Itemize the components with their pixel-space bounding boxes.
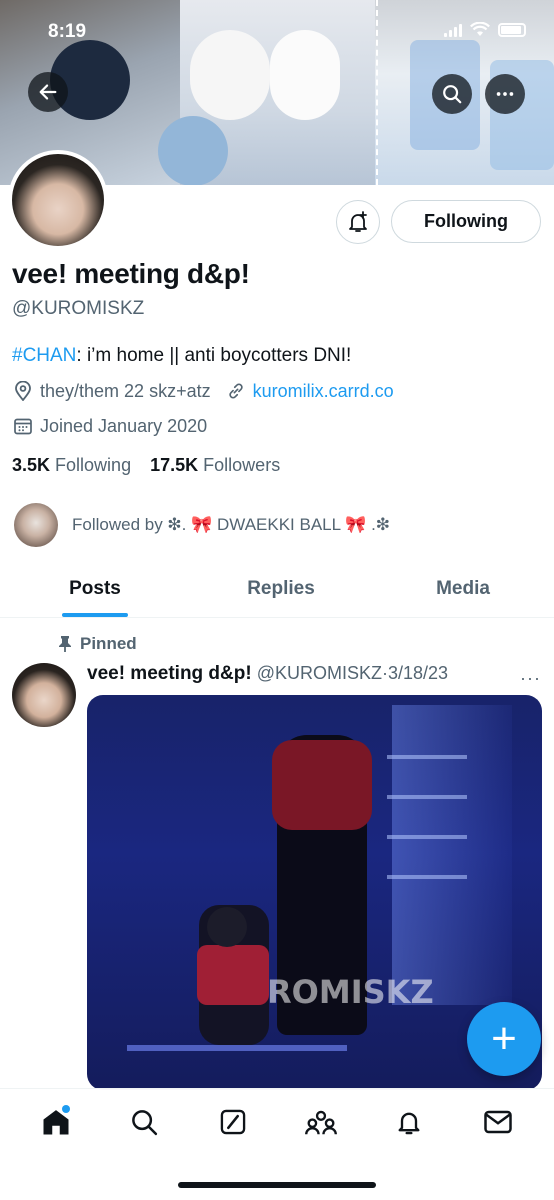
arrow-left-icon	[39, 84, 57, 100]
bio-text: : i’m home || anti boycotters DNI!	[76, 345, 352, 366]
stage-stripe	[387, 795, 467, 799]
pinned-label: Pinned	[58, 634, 137, 654]
profile-tabs: Posts Replies Media	[0, 560, 554, 618]
followers-stat[interactable]: 17.5K Followers	[150, 455, 280, 475]
status-bar: 8:19	[0, 0, 554, 60]
more-button[interactable]	[485, 74, 525, 114]
communities-icon	[305, 1110, 338, 1135]
nav-notifications[interactable]	[379, 1092, 439, 1152]
display-name: vee! meeting d&p!	[12, 258, 250, 289]
nav-grok[interactable]	[203, 1092, 263, 1152]
stage-light	[392, 705, 512, 1005]
stage-stripe	[387, 835, 467, 839]
search-button[interactable]	[432, 74, 472, 114]
performer-vest	[197, 945, 269, 1005]
tab-replies[interactable]: Replies	[190, 560, 372, 617]
follower-avatar	[14, 503, 58, 547]
tab-posts[interactable]: Posts	[0, 560, 190, 617]
performer-jacket	[272, 740, 372, 830]
following-count: 3.5K	[12, 455, 51, 475]
post-more-button[interactable]: ···	[520, 668, 541, 689]
follow-stats: 3.5K Following 17.5K Followers	[12, 455, 280, 476]
followers-count: 17.5K	[150, 455, 199, 475]
following-button[interactable]: Following	[391, 200, 541, 243]
post-date[interactable]: 3/18/23	[388, 663, 448, 683]
user-handle: @KUROMISKZ	[12, 298, 145, 319]
search-icon	[132, 1110, 158, 1136]
nav-communities[interactable]	[291, 1092, 351, 1152]
calendar-icon	[12, 415, 34, 437]
banner-button-image	[158, 116, 228, 185]
messages-icon	[484, 1110, 512, 1134]
stage-stripe	[387, 755, 467, 759]
tab-media[interactable]: Media	[372, 560, 554, 617]
compose-post-button[interactable]: +	[467, 1002, 541, 1076]
post-author-handle: @KUROMISKZ	[256, 663, 382, 683]
following-stat[interactable]: 3.5K Following	[12, 455, 131, 475]
post-author-avatar[interactable]	[12, 663, 76, 727]
pin-icon	[59, 636, 71, 652]
status-icons	[444, 22, 526, 37]
signal-icon	[444, 23, 462, 37]
followers-label: Followers	[203, 455, 281, 475]
performer-head	[207, 907, 247, 947]
post-header: vee! meeting d&p! @KUROMISKZ·3/18/23	[87, 663, 448, 685]
profile-bio: #CHAN: i’m home || anti boycotters DNI!	[12, 345, 351, 367]
home-indicator	[178, 1182, 376, 1188]
stage-edge	[127, 1045, 347, 1051]
status-time: 8:19	[48, 21, 87, 42]
profile-meta-row: they/them 22 skz+atz kuromilix.carrd.co	[12, 380, 394, 402]
media-watermark: ROMISKZ	[267, 973, 434, 1011]
following-label: Following	[55, 455, 132, 475]
nav-home[interactable]	[26, 1092, 86, 1152]
back-button[interactable]	[28, 72, 68, 112]
more-horizontal-icon	[496, 92, 514, 96]
followed-by-text: Followed by ❇︎. 🎀 DWAEKKI BALL 🎀 .❇︎	[72, 515, 391, 534]
notifications-icon	[398, 1112, 420, 1135]
profile-joined-row: Joined January 2020	[12, 415, 207, 437]
bell-plus-icon	[349, 211, 367, 232]
search-icon	[443, 85, 462, 104]
followed-by-row[interactable]: Followed by ❇︎. 🎀 DWAEKKI BALL 🎀 .❇︎	[14, 503, 390, 547]
link-icon	[225, 380, 247, 402]
profile-website-link[interactable]: kuromilix.carrd.co	[253, 381, 394, 402]
location-icon	[12, 380, 34, 402]
profile-pronouns: they/them 22 skz+atz	[40, 380, 211, 401]
wifi-icon	[470, 22, 490, 36]
nav-messages[interactable]	[468, 1092, 528, 1152]
grok-icon	[220, 1109, 246, 1135]
battery-icon	[498, 22, 526, 37]
notifications-toggle-button[interactable]	[336, 200, 380, 244]
nav-search[interactable]	[114, 1092, 174, 1152]
bio-hashtag-link[interactable]: #CHAN	[12, 345, 76, 366]
post-author-name[interactable]: vee! meeting d&p!	[87, 663, 252, 684]
profile-joined-date: Joined January 2020	[40, 415, 208, 436]
profile-avatar[interactable]	[8, 150, 108, 250]
pinned-text: Pinned	[80, 634, 137, 653]
stage-stripe	[387, 875, 467, 879]
